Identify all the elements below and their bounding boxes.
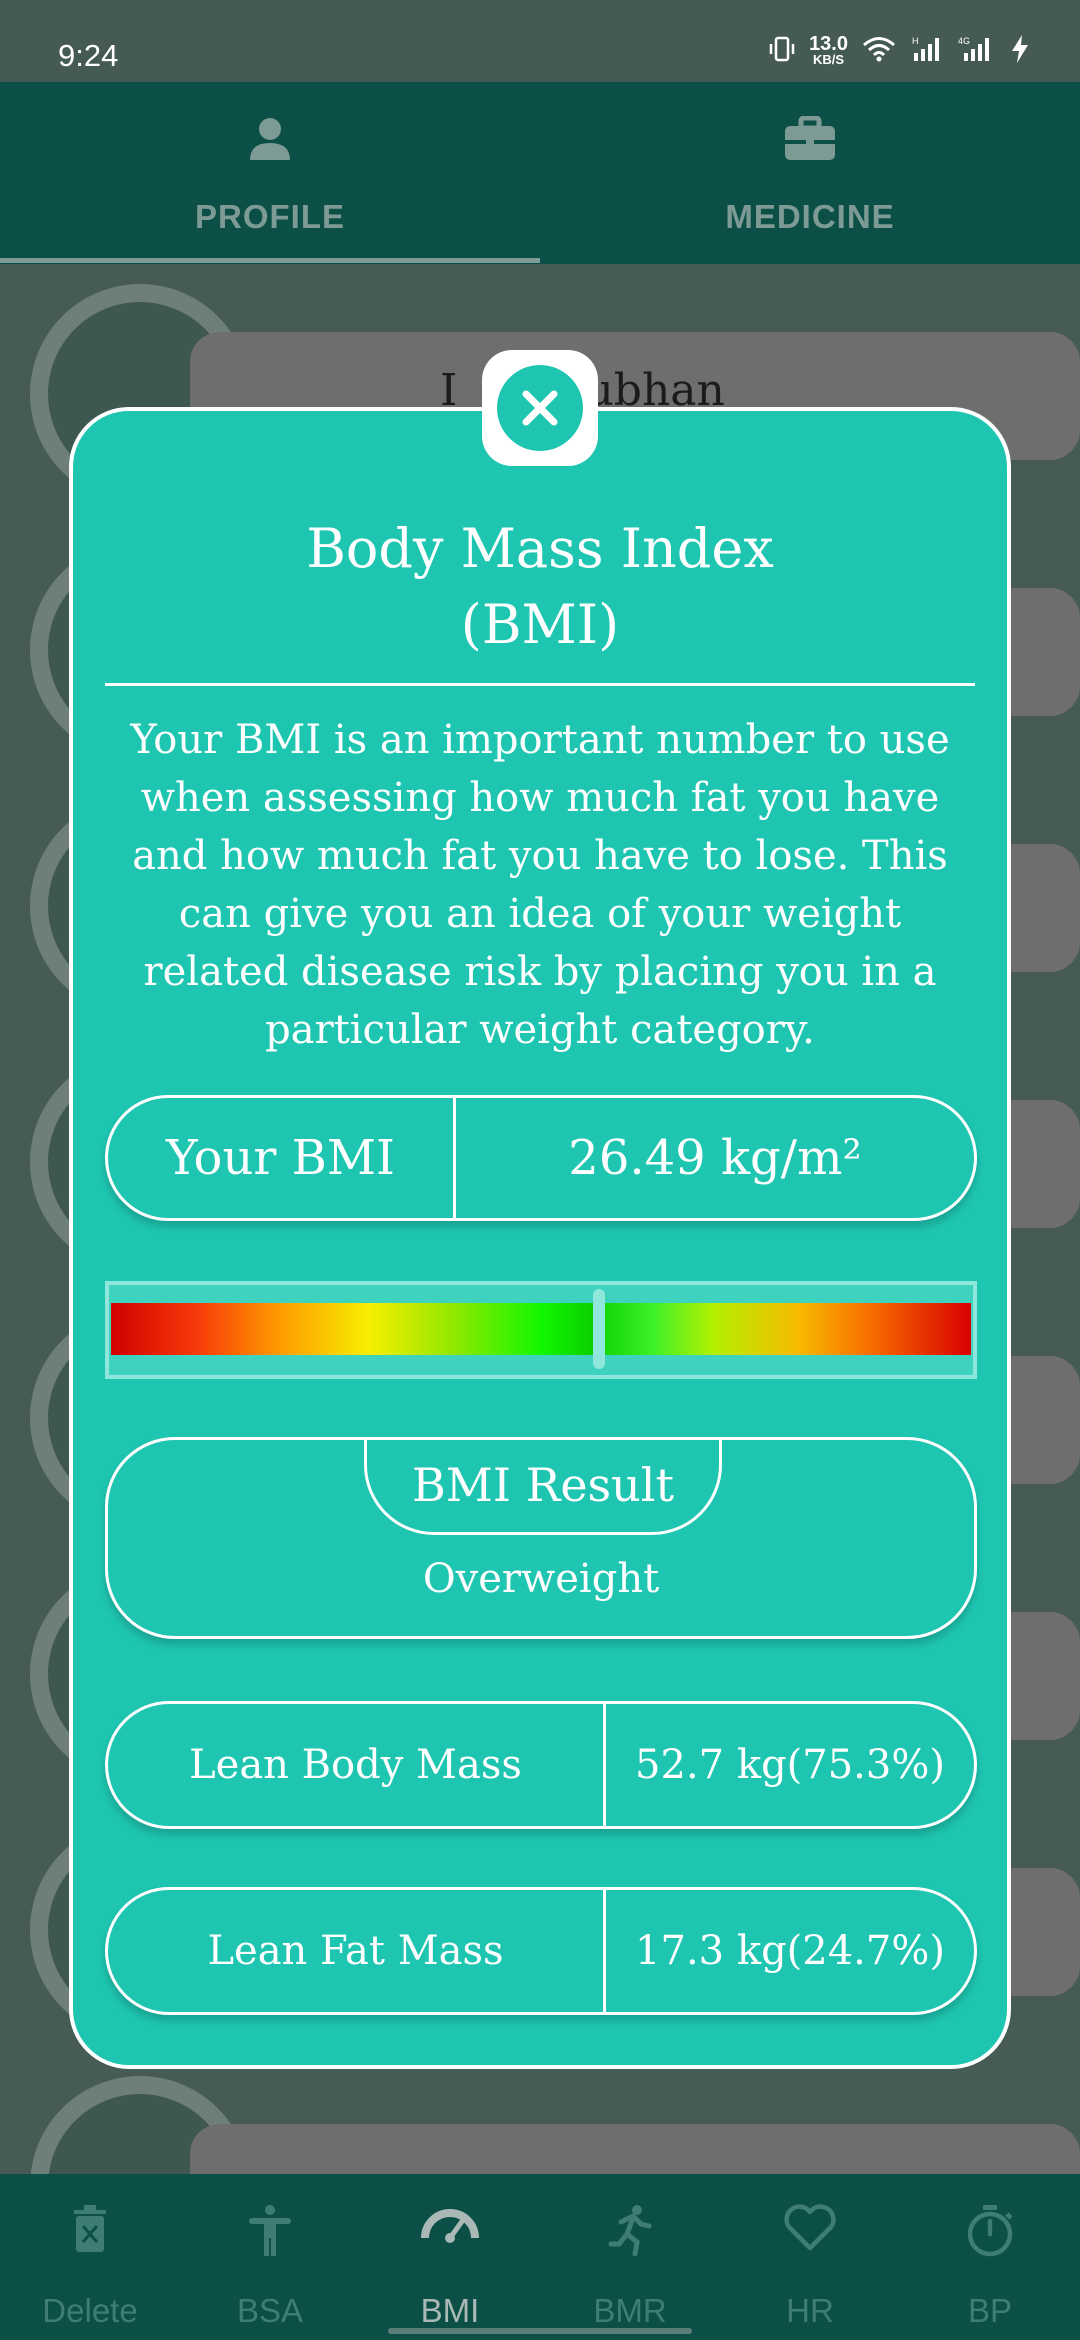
tab-label: MEDICINE [725, 198, 895, 235]
bmi-result-box: BMI Result Overweight [105, 1437, 977, 1639]
bmi-result-value: Overweight [422, 1556, 660, 1602]
divider [105, 683, 975, 686]
lean-body-mass-label: Lean Body Mass [189, 1742, 522, 1788]
bmi-label: Your BMI [166, 1130, 395, 1186]
bmi-result-label: BMI Result [364, 1437, 722, 1535]
nav-label: BMI [420, 2292, 480, 2329]
nav-label: Delete [42, 2292, 138, 2329]
nav-bmi[interactable]: BMI [360, 2174, 540, 2340]
tab-label: PROFILE [194, 198, 345, 235]
lean-fat-mass-value: 17.3 kg(24.7%) [603, 1890, 974, 2012]
tab-medicine[interactable]: MEDICINE [540, 82, 1080, 264]
nav-delete[interactable]: Delete [0, 2174, 180, 2340]
close-icon [497, 365, 583, 451]
lean-fat-mass-pill: Lean Fat Mass 17.3 kg(24.7%) [105, 1887, 977, 2015]
bmi-scale [105, 1281, 977, 1379]
vibrate-icon [769, 35, 795, 69]
bmi-dialog: Body Mass Index (BMI) Your BMI is an imp… [69, 407, 1011, 2069]
tab-profile[interactable]: PROFILE [0, 82, 540, 264]
svg-text:H: H [912, 36, 919, 46]
body-icon [245, 2204, 295, 2261]
trash-icon [70, 2204, 110, 2259]
status-bar: 9:24 13.0 KB/S H 4G [0, 0, 1080, 82]
bmi-value-pill: Your BMI 26.49 kg/m² [105, 1095, 977, 1221]
lean-body-mass-value: 52.7 kg(75.3%) [603, 1704, 974, 1826]
nav-hr[interactable]: HR [720, 2174, 900, 2340]
status-icons: 13.0 KB/S H 4G [769, 34, 1030, 70]
bmi-scale-marker [592, 1289, 605, 1369]
nav-bmr[interactable]: BMR [540, 2174, 720, 2340]
dialog-title: Body Mass Index (BMI) [306, 517, 774, 656]
briefcase-medical-icon [783, 115, 837, 167]
lean-fat-mass-label: Lean Fat Mass [207, 1928, 504, 1974]
heart-icon [783, 2204, 837, 2257]
status-time: 9:24 [58, 38, 119, 73]
svg-text:4G: 4G [958, 36, 970, 46]
person-icon [247, 116, 293, 167]
lean-body-mass-pill: Lean Body Mass 52.7 kg(75.3%) [105, 1701, 977, 1829]
signal-icon: H [910, 35, 944, 69]
nav-bp[interactable]: BP [900, 2174, 1080, 2340]
net-speed: 13.0 KB/S [809, 33, 848, 67]
signal-4g-icon: 4G [958, 35, 996, 69]
list-item-card [190, 2124, 1080, 2174]
home-indicator[interactable] [388, 2328, 692, 2334]
active-tab-indicator [0, 258, 540, 263]
bmi-scale-gradient [111, 1303, 971, 1355]
running-icon [607, 2204, 653, 2261]
nav-label: BP [967, 2292, 1013, 2329]
list-item [30, 2076, 1080, 2174]
bottom-nav: Delete BSA BMI BMR HR BP [0, 2174, 1080, 2340]
battery-charging-icon [1010, 34, 1030, 70]
nav-label: BSA [236, 2292, 304, 2329]
close-button[interactable] [482, 350, 598, 466]
nav-label: HR [786, 2292, 834, 2329]
nav-label: BMR [593, 2292, 667, 2329]
nav-bsa[interactable]: BSA [180, 2174, 360, 2340]
wifi-icon [862, 36, 896, 68]
top-tabs: PROFILE MEDICINE [0, 82, 1080, 264]
bmi-description: Your BMI is an important number to use w… [130, 717, 950, 1053]
bmi-value: 26.49 kg/m² [453, 1098, 974, 1218]
gauge-icon [421, 2204, 479, 2253]
stopwatch-icon [965, 2204, 1015, 2263]
